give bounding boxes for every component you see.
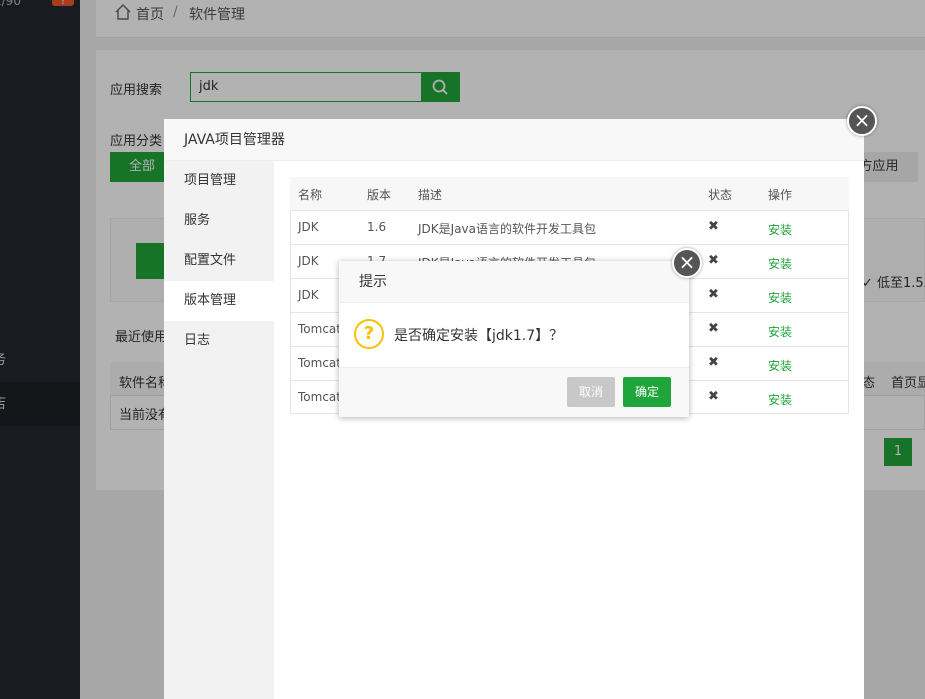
menu-item-log[interactable]: 日志 <box>164 321 274 361</box>
confirm-message: 是否确定安装【jdk1.7】？ <box>394 328 564 344</box>
confirm-dialog-close-icon[interactable]: × <box>672 248 702 278</box>
status-not-installed-icon: ✖ <box>708 321 719 336</box>
status-not-installed-icon: ✖ <box>708 253 719 268</box>
install-link[interactable]: 安装 <box>768 391 792 408</box>
th-name: 名称 <box>298 188 323 202</box>
menu-item-project[interactable]: 项目管理 <box>164 161 274 201</box>
menu-item-service[interactable]: 服务 <box>164 201 274 241</box>
status-not-installed-icon: ✖ <box>708 355 719 370</box>
row-version: 1.6 <box>367 220 387 234</box>
install-link[interactable]: 安装 <box>768 221 792 238</box>
install-link[interactable]: 安装 <box>768 289 792 306</box>
question-icon: ? <box>354 319 384 349</box>
th-action: 操作 <box>768 188 793 202</box>
menu-item-config[interactable]: 配置文件 <box>164 241 274 281</box>
status-not-installed-icon: ✖ <box>708 219 719 234</box>
java-dialog-close-icon[interactable]: × <box>847 106 877 136</box>
confirm-dialog-title: 提示 <box>339 261 689 303</box>
row-name: JDK <box>298 288 319 302</box>
status-not-installed-icon: ✖ <box>708 287 719 302</box>
install-link[interactable]: 安装 <box>768 323 792 340</box>
row-name: Tomcat <box>298 322 341 336</box>
install-link[interactable]: 安装 <box>768 357 792 374</box>
row-name: JDK <box>298 220 319 234</box>
confirm-button[interactable]: 确定 <box>623 377 671 407</box>
th-desc: 描述 <box>418 188 443 202</box>
th-status: 状态 <box>708 188 733 202</box>
status-not-installed-icon: ✖ <box>708 389 719 404</box>
row-name: Tomcat <box>298 390 341 404</box>
row-name: Tomcat <box>298 356 341 370</box>
row-divider <box>290 244 849 245</box>
confirm-dialog: 提示 ? 是否确定安装【jdk1.7】？ 取消 确定 <box>339 261 689 417</box>
java-dialog-menu: 项目管理 服务 配置文件 版本管理 日志 <box>164 161 274 699</box>
java-dialog-title: JAVA项目管理器 <box>164 119 864 161</box>
row-name: JDK <box>298 254 319 268</box>
th-version: 版本 <box>367 188 392 202</box>
cancel-button[interactable]: 取消 <box>567 377 615 407</box>
install-link[interactable]: 安装 <box>768 255 792 272</box>
row-desc: JDK是Java语言的软件开发工具包 <box>418 222 596 236</box>
menu-item-version[interactable]: 版本管理 <box>164 281 274 321</box>
